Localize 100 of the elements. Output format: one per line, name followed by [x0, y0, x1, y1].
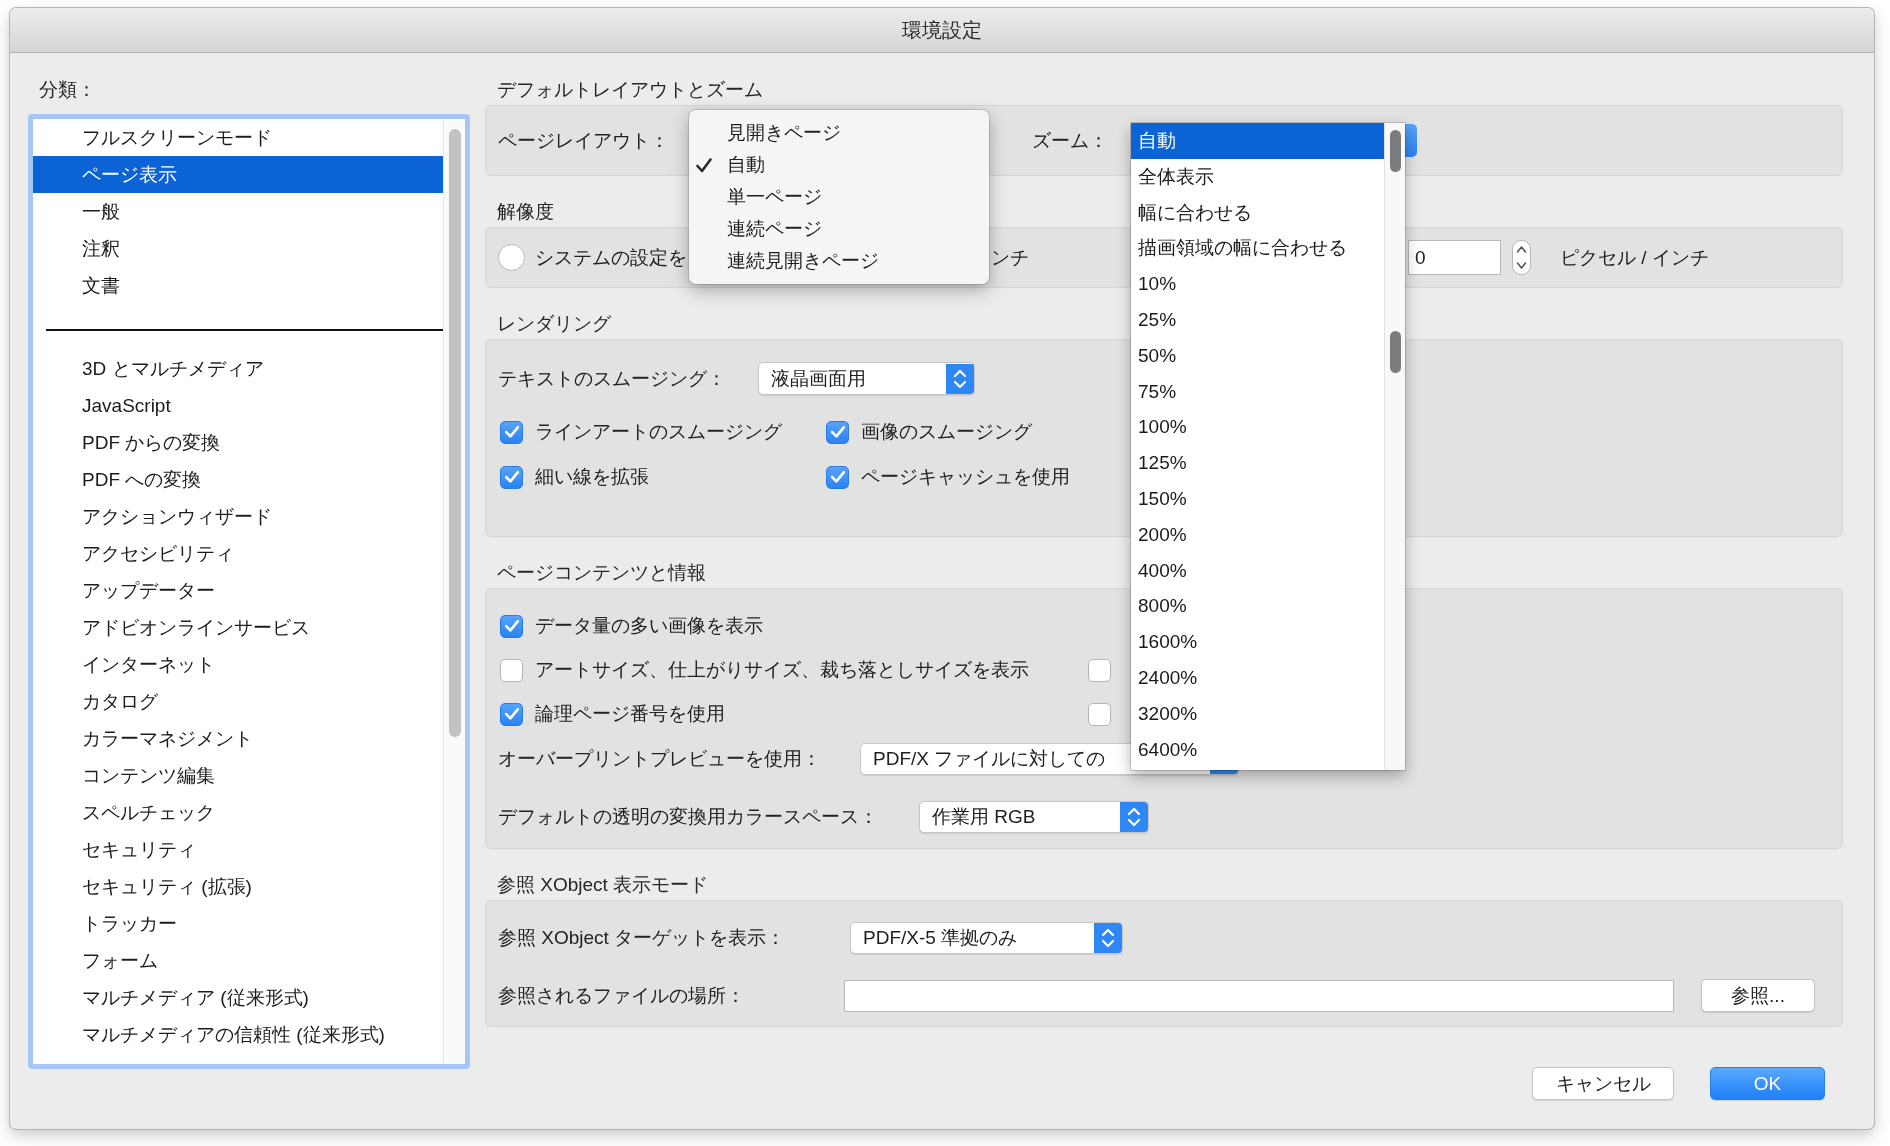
- checkbox[interactable]: [500, 614, 523, 638]
- checkbox[interactable]: [826, 465, 849, 489]
- scrollbar-thumb[interactable]: [1389, 331, 1401, 373]
- checkbox[interactable]: [1088, 702, 1111, 726]
- dropdown-select[interactable]: PDF/X-5 準拠のみ: [850, 922, 1123, 954]
- checkbox-label: ラインアートのスムージング: [535, 420, 782, 444]
- list-option[interactable]: 自動: [1131, 123, 1384, 159]
- field-label: 参照されるファイルの場所：: [498, 984, 745, 1006]
- list-item[interactable]: JavaScript: [33, 387, 443, 424]
- list-item[interactable]: カラーマネジメント: [33, 720, 443, 757]
- section-heading: 解像度: [497, 200, 554, 224]
- section-heading: デフォルトレイアウトとズーム: [497, 78, 763, 102]
- list-item[interactable]: 文書: [33, 267, 443, 304]
- checkmark-icon: [504, 708, 519, 720]
- checkmark-icon: [504, 471, 519, 483]
- checkbox[interactable]: [826, 420, 849, 444]
- select-stepper[interactable]: [1405, 124, 1417, 157]
- checkbox[interactable]: [1088, 658, 1111, 682]
- list-option[interactable]: 10%: [1131, 266, 1384, 302]
- field-label: テキストのスムージング：: [498, 367, 726, 389]
- browse-button[interactable]: 参照...: [1701, 979, 1815, 1012]
- menu-item[interactable]: 自動: [689, 149, 989, 181]
- list-option[interactable]: 3200%: [1131, 695, 1384, 732]
- list-item[interactable]: アクセシビリティ: [33, 535, 443, 572]
- menu-item[interactable]: 連続見開きページ: [689, 245, 989, 277]
- list-option[interactable]: 50%: [1131, 337, 1384, 374]
- list-item[interactable]: 一般: [33, 193, 443, 230]
- list-item[interactable]: アドビオンラインサービス: [33, 609, 443, 646]
- section-heading: レンダリング: [497, 312, 611, 336]
- list-option[interactable]: 125%: [1131, 445, 1384, 481]
- menu-item[interactable]: 連続ページ: [689, 213, 989, 245]
- field-label: ページレイアウト：: [498, 129, 669, 151]
- path-field[interactable]: [844, 979, 1674, 1012]
- list-item[interactable]: ページ表示: [33, 156, 443, 193]
- list-item[interactable]: トラッカー: [33, 905, 443, 942]
- menu-item[interactable]: 単一ページ: [689, 181, 989, 213]
- field-label: 参照 XObject ターゲットを表示：: [498, 927, 786, 949]
- list-item[interactable]: 注釈: [33, 230, 443, 267]
- section-heading: ページコンテンツと情報: [497, 561, 706, 585]
- radio-label: システムの設定を: [535, 246, 687, 268]
- list-option[interactable]: 25%: [1131, 302, 1384, 338]
- list-item[interactable]: カタログ: [33, 683, 443, 720]
- field-label: オーバープリントプレビューを使用：: [498, 748, 821, 770]
- list-option[interactable]: 800%: [1131, 588, 1384, 625]
- checkbox-label: 細い線を拡張: [535, 465, 649, 489]
- radio-button[interactable]: [498, 244, 525, 271]
- list-option[interactable]: 75%: [1131, 373, 1384, 410]
- number-field[interactable]: 0: [1408, 240, 1501, 275]
- list-option[interactable]: 描画領域の幅に合わせる: [1131, 230, 1384, 267]
- list-item[interactable]: マルチメディアの信頼性 (従来形式): [33, 1016, 443, 1053]
- scrollbar-thumb[interactable]: [1389, 130, 1401, 172]
- list-item[interactable]: 3D とマルチメディア: [33, 350, 443, 387]
- list-item[interactable]: マルチメディア (従来形式): [33, 979, 443, 1016]
- checkbox-label: 画像のスムージング: [861, 420, 1032, 444]
- checkbox-label: アートサイズ、仕上がりサイズ、裁ち落としサイズを表示: [535, 658, 1029, 682]
- updown-arrows-icon: [1094, 923, 1122, 953]
- checkbox[interactable]: [500, 420, 523, 444]
- dialog-button[interactable]: キャンセル: [1532, 1067, 1674, 1100]
- list-item[interactable]: アクションウィザード: [33, 498, 443, 535]
- checkmark-icon: [830, 426, 845, 438]
- menu-item[interactable]: 見開きページ: [689, 117, 989, 149]
- list-item[interactable]: PDF への変換: [33, 461, 443, 498]
- checkbox-label: データ量の多い画像を表示: [535, 614, 763, 638]
- checkbox-label: ページキャッシュを使用: [861, 465, 1070, 489]
- checkbox-label: 論理ページ番号を使用: [535, 702, 725, 726]
- list-option[interactable]: 幅に合わせる: [1131, 194, 1384, 231]
- list-item[interactable]: スペルチェック: [33, 794, 443, 831]
- field-label: ズーム：: [1032, 128, 1108, 153]
- checkbox[interactable]: [500, 465, 523, 489]
- list-item[interactable]: アップデーター: [33, 572, 443, 609]
- list-option[interactable]: 200%: [1131, 516, 1384, 553]
- checkbox[interactable]: [500, 658, 523, 682]
- unit-label: ンチ: [991, 246, 1029, 268]
- scrollbar-thumb[interactable]: [448, 129, 461, 737]
- list-item[interactable]: セキュリティ: [33, 831, 443, 868]
- list-option[interactable]: 150%: [1131, 480, 1384, 517]
- unit-label: ピクセル / インチ: [1560, 245, 1709, 270]
- list-item[interactable]: コンテンツ編集: [33, 757, 443, 794]
- updown-arrows-icon: [1120, 802, 1148, 832]
- window-title: 環境設定: [902, 17, 982, 43]
- number-stepper[interactable]: [1512, 240, 1531, 275]
- list-item[interactable]: PDF からの変換: [33, 424, 443, 461]
- list-item[interactable]: インターネット: [33, 646, 443, 683]
- list-item[interactable]: フルスクリーンモード: [33, 119, 443, 156]
- list-option[interactable]: 1600%: [1131, 624, 1384, 660]
- checkmark-icon: [504, 620, 519, 632]
- list-option[interactable]: 400%: [1131, 552, 1384, 589]
- field-label: デフォルトの透明の変換用カラースペース：: [498, 806, 878, 828]
- section-heading: 参照 XObject 表示モード: [497, 873, 709, 897]
- dropdown-select[interactable]: 液晶画面用: [758, 362, 975, 395]
- list-label: 分類：: [39, 78, 96, 102]
- list-option[interactable]: 100%: [1131, 409, 1384, 446]
- checkbox[interactable]: [500, 702, 523, 726]
- list-option[interactable]: 全体表示: [1131, 158, 1384, 195]
- dropdown-select[interactable]: 作業用 RGB: [919, 801, 1149, 833]
- checkmark-icon: [830, 471, 845, 483]
- list-item[interactable]: セキュリティ (拡張): [33, 868, 443, 905]
- list-option[interactable]: 2400%: [1131, 659, 1384, 696]
- checkmark-icon: [504, 426, 519, 438]
- list-item[interactable]: フォーム: [33, 942, 443, 979]
